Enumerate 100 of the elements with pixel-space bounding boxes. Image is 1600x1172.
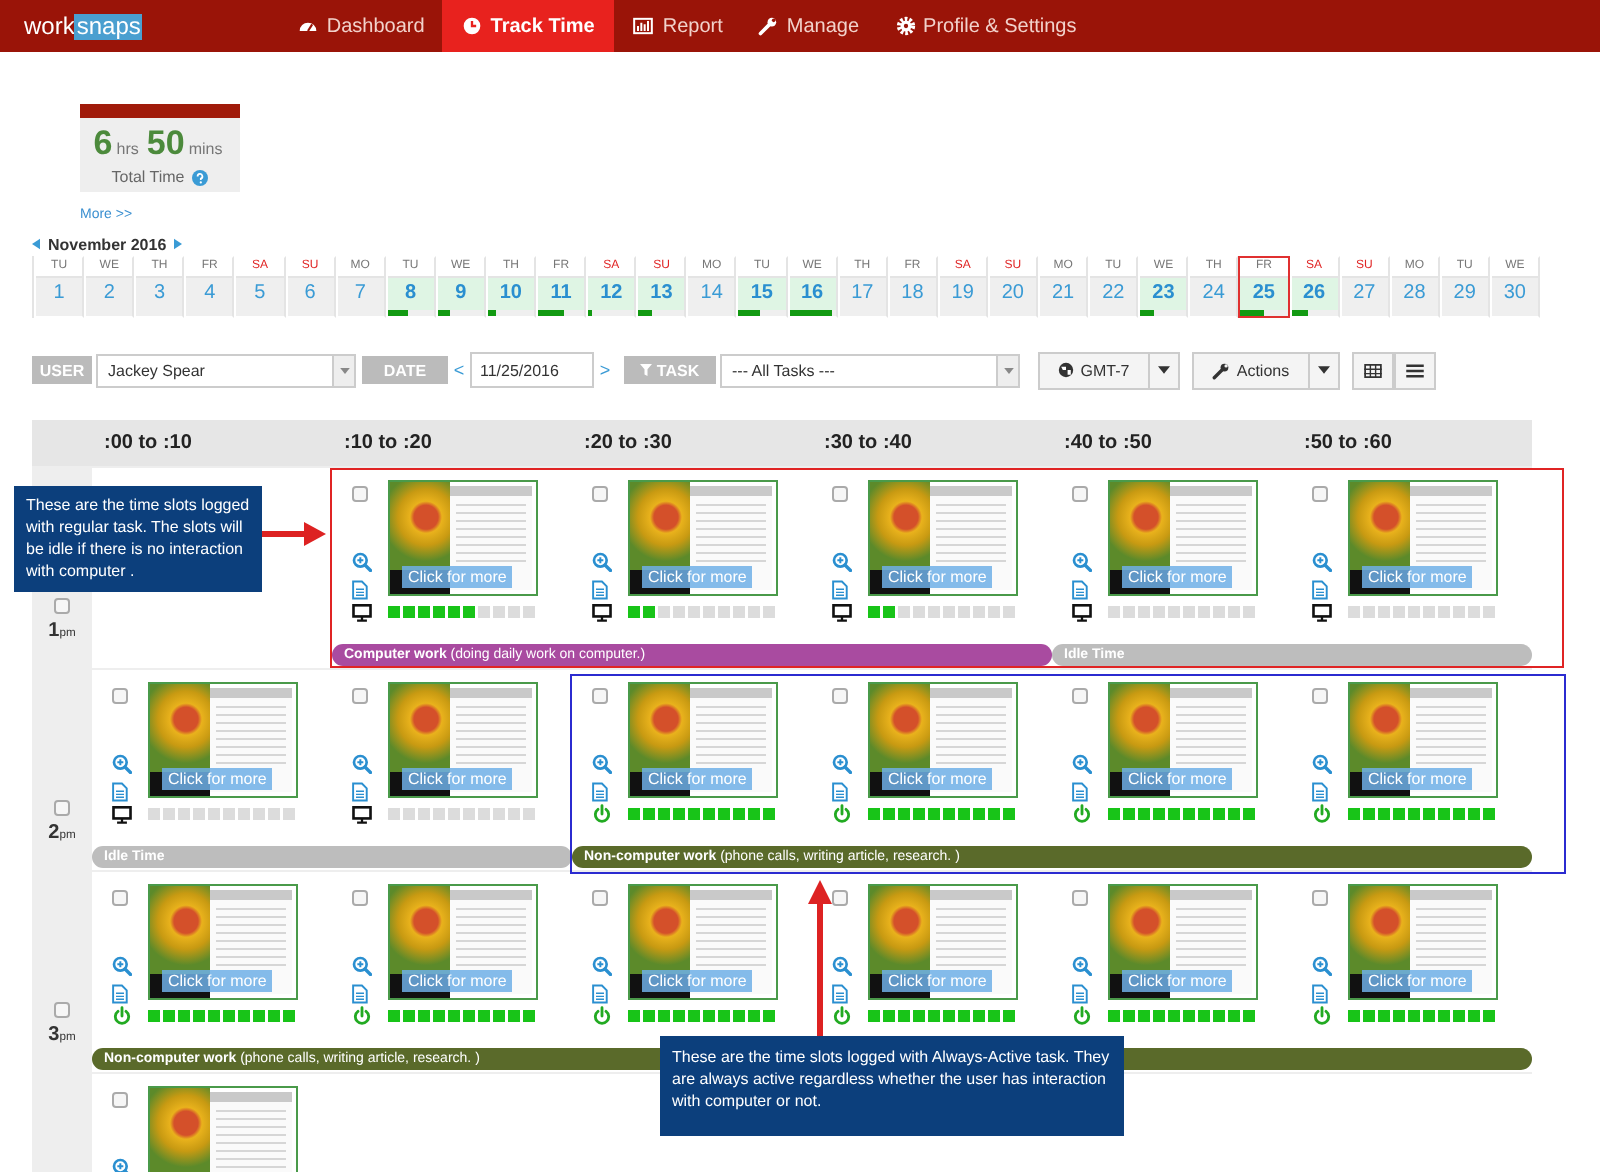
timezone-button[interactable]: GMT-7 <box>1038 351 1150 389</box>
monitor-icon <box>1072 603 1092 621</box>
day-number: 4 <box>186 278 233 310</box>
slot-checkbox[interactable] <box>832 890 848 906</box>
monitor-icon <box>832 603 852 621</box>
document-icon <box>352 984 368 1004</box>
nav-tab[interactable]: Profile & Settings <box>877 0 1095 52</box>
nav-tab[interactable]: Dashboard <box>280 0 443 52</box>
dropdown-caret-icon <box>339 367 349 373</box>
day-number: 7 <box>337 278 384 310</box>
slot-checkbox[interactable] <box>1312 688 1328 704</box>
user-select[interactable]: Jackey Spear <box>96 353 356 387</box>
slot-checkbox[interactable] <box>112 1092 128 1108</box>
day-number: 5 <box>236 278 283 310</box>
slot-checkbox[interactable] <box>1072 890 1088 906</box>
logo-text[interactable]: work <box>24 12 75 40</box>
power-icon <box>592 1006 612 1026</box>
date-label: DATE <box>362 356 448 384</box>
zoom-in-icon <box>1072 956 1092 976</box>
zoom-in-icon <box>592 754 612 774</box>
zoom-in-icon <box>592 552 612 572</box>
next-month-icon <box>174 238 183 250</box>
slot-checkbox[interactable] <box>352 486 368 502</box>
nav-tab[interactable]: Report <box>614 0 741 52</box>
zoom-in-icon <box>1072 754 1092 774</box>
date-input[interactable]: 11/25/2016 <box>470 352 594 388</box>
document-icon <box>1312 580 1328 600</box>
monitor-icon <box>592 603 612 621</box>
wrench-icon <box>1212 361 1231 379</box>
screenshot-thumbnail[interactable] <box>148 1086 298 1172</box>
zoom-in-icon <box>832 552 852 572</box>
zoom-in-icon <box>352 956 372 976</box>
slot-checkbox[interactable] <box>592 890 608 906</box>
document-icon <box>832 580 848 600</box>
slot-checkbox[interactable] <box>592 688 608 704</box>
day-number: 27 <box>1341 278 1388 310</box>
task-label: TASK <box>624 356 716 384</box>
callout-note: These are the time slots logged with regular task. The slots will be idle if there is no interaction with computer . <box>14 486 262 592</box>
list-view-button[interactable] <box>1394 351 1436 389</box>
globe-icon <box>1058 362 1075 378</box>
column-header: :20 to :30 <box>582 430 674 458</box>
day-number: 22 <box>1090 278 1137 310</box>
slot-checkbox[interactable] <box>1312 486 1328 502</box>
gear-icon <box>895 16 916 36</box>
slot-checkbox[interactable] <box>112 890 128 906</box>
slot-checkbox[interactable] <box>832 486 848 502</box>
document-icon <box>1312 984 1328 1004</box>
day-number: 30 <box>1491 278 1538 310</box>
hour-checkbox[interactable] <box>54 1002 70 1018</box>
zoom-in-icon <box>832 956 852 976</box>
zoom-in-icon <box>592 956 612 976</box>
timezone-dropdown-button[interactable] <box>1150 351 1180 389</box>
next-date-link[interactable]: > <box>594 360 616 380</box>
logo-badge[interactable]: snaps <box>74 13 143 39</box>
day-number: 26 <box>1291 278 1338 310</box>
total-time-label: Total Time <box>111 168 185 186</box>
filter-icon <box>640 364 653 376</box>
day-number: 1 <box>36 278 83 310</box>
slot-checkbox[interactable] <box>352 688 368 704</box>
caret-icon <box>1158 366 1170 374</box>
previous-date-link[interactable]: < <box>448 360 470 380</box>
power-icon <box>1312 1006 1332 1026</box>
zoom-in-icon <box>112 1158 132 1172</box>
day-number: 20 <box>989 278 1036 310</box>
slot-checkbox[interactable] <box>592 486 608 502</box>
slot-checkbox[interactable] <box>1072 486 1088 502</box>
actions-dropdown-button[interactable] <box>1310 351 1340 389</box>
slot-checkbox[interactable] <box>112 688 128 704</box>
actions-button[interactable]: Actions <box>1192 351 1310 389</box>
power-icon <box>1312 804 1332 824</box>
column-header: :10 to :20 <box>342 430 434 458</box>
nav-tab[interactable]: Track Time <box>442 0 615 52</box>
arrow <box>262 522 326 546</box>
day-number: 17 <box>839 278 886 310</box>
monitor-icon <box>1312 603 1332 621</box>
hour-checkbox[interactable] <box>54 800 70 816</box>
zoom-in-icon <box>832 754 852 774</box>
day-number: 23 <box>1140 278 1187 310</box>
day-number: 8 <box>387 278 434 310</box>
task-select[interactable]: --- All Tasks --- <box>720 353 1020 387</box>
day-number: 28 <box>1391 278 1438 310</box>
day-number: 2 <box>86 278 133 310</box>
day-number: 14 <box>688 278 735 310</box>
grid-view-button[interactable] <box>1352 351 1394 389</box>
day-number: 6 <box>287 278 334 310</box>
document-icon <box>352 782 368 802</box>
hour-checkbox[interactable] <box>54 598 70 614</box>
previous-month-icon <box>32 238 40 250</box>
slot-checkbox[interactable] <box>832 688 848 704</box>
day-number: 29 <box>1441 278 1488 310</box>
slot-checkbox[interactable] <box>1072 688 1088 704</box>
slot-checkbox[interactable] <box>1312 890 1328 906</box>
hours-unit: hrs <box>116 140 139 158</box>
power-icon <box>592 804 612 824</box>
callout-note: These are the time slots logged with Always-Active task. They are always active regardless whether the user has interaction with computer or not. <box>660 1036 1124 1136</box>
power-icon <box>1072 804 1092 824</box>
slot-checkbox[interactable] <box>352 890 368 906</box>
nav-tab[interactable]: Manage <box>740 0 878 52</box>
column-header: :30 to :40 <box>822 430 914 458</box>
day-number: 10 <box>487 278 534 310</box>
